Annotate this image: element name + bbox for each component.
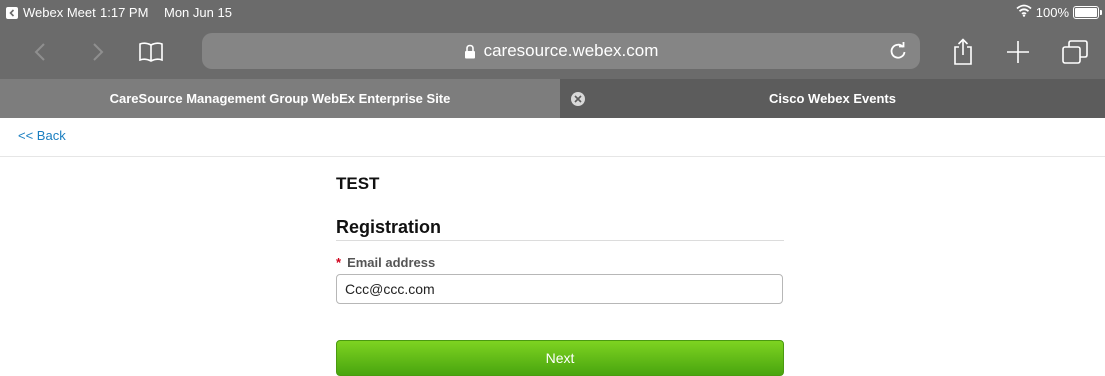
back-icon[interactable] xyxy=(28,24,52,79)
back-app-label: Webex Meet xyxy=(23,5,96,20)
forward-icon[interactable] xyxy=(86,24,110,79)
tabs-icon[interactable] xyxy=(1060,24,1090,79)
battery-percent: 100% xyxy=(1035,4,1069,20)
reload-icon[interactable] xyxy=(888,41,908,66)
next-button[interactable]: Next xyxy=(336,340,784,376)
lock-icon xyxy=(464,44,476,59)
tab-bar: CareSource Management Group WebEx Enterp… xyxy=(0,79,1105,118)
share-icon[interactable] xyxy=(949,24,977,79)
section-divider xyxy=(336,240,784,241)
wifi-icon xyxy=(1016,4,1032,20)
bookmarks-icon[interactable] xyxy=(135,24,167,79)
email-label: * Email address xyxy=(336,255,435,270)
required-marker: * xyxy=(336,255,342,270)
status-date: Mon Jun 15 xyxy=(164,5,232,20)
tab-caresource[interactable]: CareSource Management Group WebEx Enterp… xyxy=(0,79,560,118)
status-right: 100% xyxy=(1016,4,1102,20)
tab-label: CareSource Management Group WebEx Enterp… xyxy=(109,91,451,106)
back-app-icon xyxy=(6,6,18,19)
address-bar[interactable]: caresource.webex.com xyxy=(202,33,920,69)
battery-fill xyxy=(1075,7,1097,17)
tab-label: Cisco Webex Events xyxy=(769,91,896,106)
battery-icon xyxy=(1073,5,1102,19)
status-bar: Webex Meet 1:17 PM Mon Jun 15 100% xyxy=(0,0,1105,24)
browser-toolbar: caresource.webex.com xyxy=(0,24,1105,79)
status-time: 1:17 PM xyxy=(100,5,149,20)
tab-cisco-webex-events[interactable]: Cisco Webex Events xyxy=(560,79,1105,118)
event-title: TEST xyxy=(336,174,380,193)
battery-nub xyxy=(1100,9,1102,15)
divider xyxy=(0,156,1105,157)
email-field[interactable] xyxy=(336,274,783,304)
close-icon[interactable] xyxy=(571,92,585,106)
registration-heading: Registration xyxy=(336,217,442,237)
email-label-text: Email address xyxy=(347,255,436,270)
new-tab-icon[interactable] xyxy=(1004,24,1032,79)
back-to-app[interactable]: Webex Meet xyxy=(6,5,96,20)
back-link[interactable]: << Back xyxy=(18,128,66,143)
url-text: caresource.webex.com xyxy=(483,41,659,60)
